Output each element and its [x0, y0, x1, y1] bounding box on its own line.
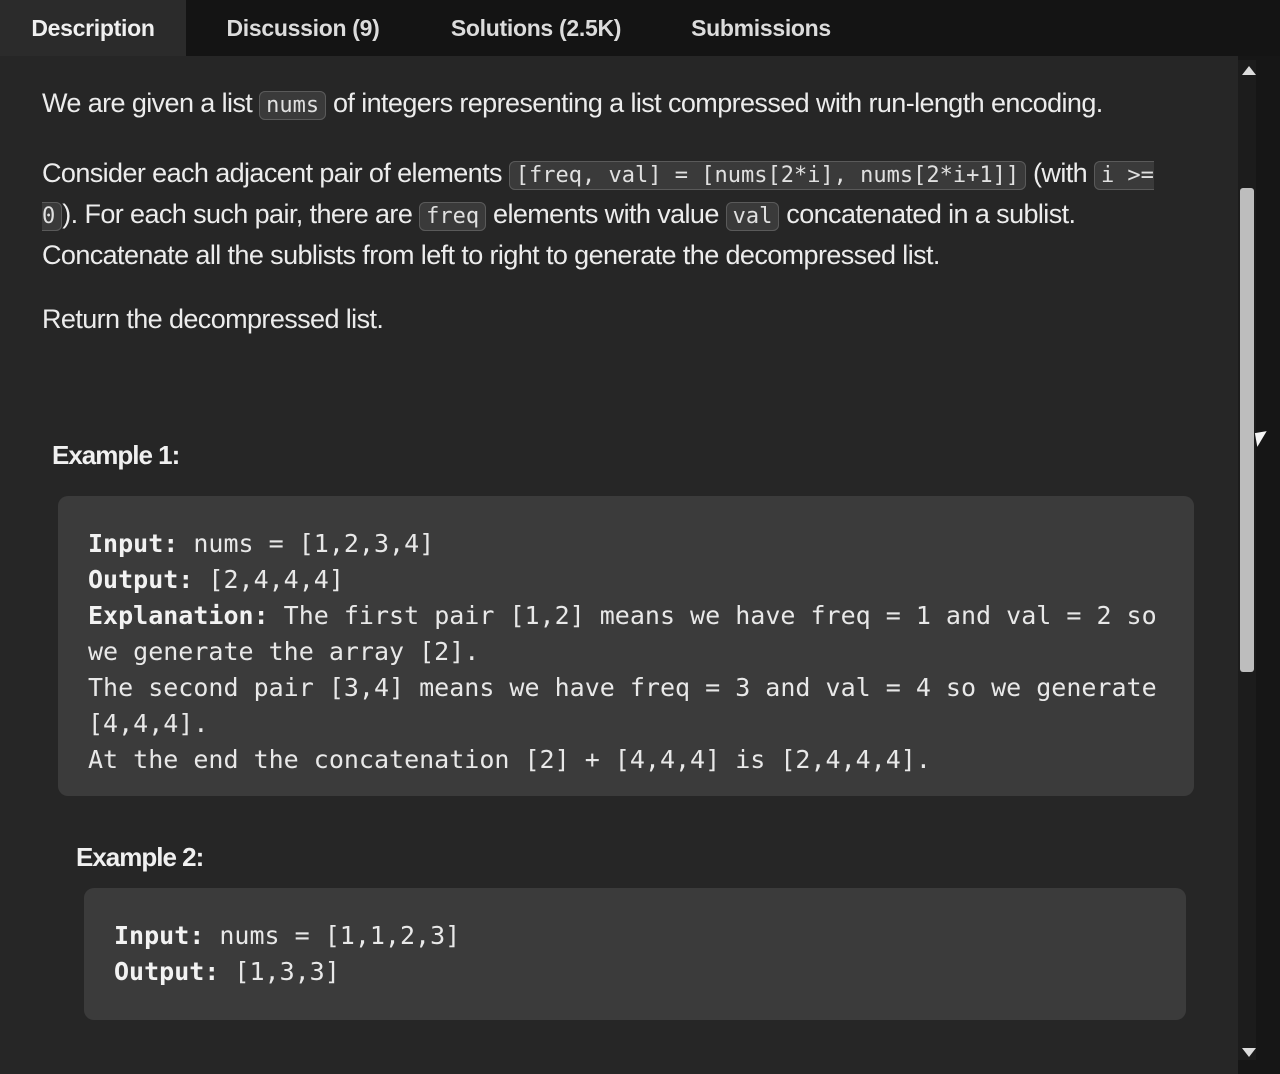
input-value: nums = [1,1,2,3]: [204, 921, 461, 950]
mouse-cursor-icon: [1254, 431, 1270, 447]
output-value: [2,4,4,4]: [193, 565, 344, 594]
example-1-title: Example 1:: [52, 440, 180, 470]
example-1-box: Input: nums = [1,2,3,4] Output: [2,4,4,4…: [58, 496, 1194, 796]
input-label: Input:: [88, 529, 179, 558]
problem-description: We are given a list nums of integers rep…: [0, 56, 1238, 1074]
problem-paragraph-1: We are given a list nums of integers rep…: [42, 84, 1202, 125]
text: of integers representing a list compress…: [326, 88, 1103, 118]
explanation-label: Explanation:: [88, 601, 269, 630]
inline-code-freq: freq: [419, 202, 487, 231]
output-label: Output:: [114, 957, 220, 986]
text: elements with value: [486, 199, 726, 229]
tab-discussion[interactable]: Discussion (9): [186, 0, 420, 56]
problem-paragraph-3: Return the decompressed list.: [42, 304, 384, 334]
inline-code-pair: [freq, val] = [nums[2*i], nums[2*i+1]]: [508, 161, 1027, 190]
input-label: Input:: [114, 921, 205, 950]
input-value: nums = [1,2,3,4]: [178, 529, 435, 558]
scrollbar-thumb[interactable]: [1240, 188, 1254, 672]
tab-solutions[interactable]: Solutions (2.5K): [420, 0, 652, 56]
scroll-up-arrow-icon[interactable]: [1242, 66, 1256, 75]
example-2-box: Input: nums = [1,1,2,3] Output: [1,3,3]: [84, 888, 1186, 1020]
example-2-title: Example 2:: [76, 842, 204, 872]
tab-description[interactable]: Description: [0, 0, 186, 56]
inline-code-nums: nums: [259, 91, 327, 120]
problem-paragraph-2: Consider each adjacent pair of elements …: [42, 154, 1202, 275]
tab-submissions[interactable]: Submissions: [652, 0, 870, 56]
output-label: Output:: [88, 565, 194, 594]
text: Consider each adjacent pair of elements: [42, 158, 509, 188]
text: (with: [1026, 158, 1094, 188]
tab-bar: Description Discussion (9) Solutions (2.…: [0, 0, 1280, 56]
inline-code-val: val: [725, 202, 780, 231]
text: ). For each such pair, there are: [62, 199, 420, 229]
scroll-down-arrow-icon[interactable]: [1242, 1048, 1256, 1057]
text: We are given a list: [42, 88, 260, 118]
output-value: [1,3,3]: [219, 957, 340, 986]
